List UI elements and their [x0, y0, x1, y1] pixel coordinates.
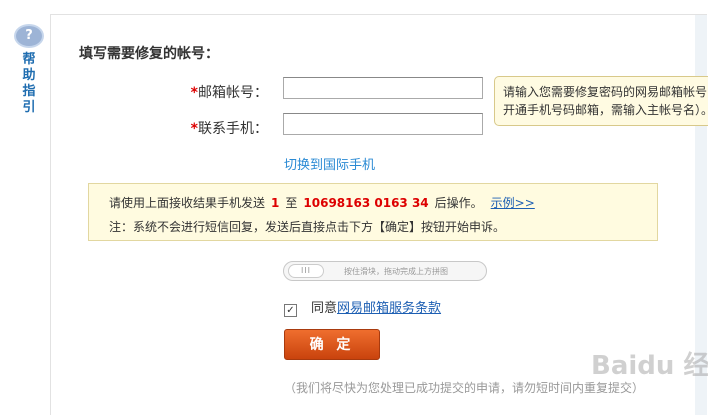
notice-line-2: 注：系统不会进行短信回复，发送后直接点击下方【确定】按钮开始申诉。	[109, 220, 506, 234]
help-guide[interactable]: ? 帮助指引	[12, 24, 46, 116]
example-link[interactable]: 示例>>	[491, 196, 535, 210]
footer-note: （我们将尽快为您处理已成功提交的申请，请勿短时间内重复提交）	[284, 381, 645, 395]
email-input[interactable]	[283, 77, 483, 99]
sms-number: 10698163 0163 34	[303, 196, 429, 210]
email-tooltip: 请输入您需要修复密码的网易邮箱帐号（如开通手机号码邮箱，需输入主帐号名）。	[494, 76, 708, 126]
sms-notice: 请使用上面接收结果手机发送 1 至 10698163 0163 34 后操作。 示例>> …	[88, 183, 658, 241]
agree-checkbox[interactable]: ✓	[284, 304, 297, 317]
terms-link[interactable]: 网易邮箱服务条款	[337, 301, 441, 316]
switch-international-link[interactable]: 切换到国际手机	[284, 154, 375, 173]
form-title: 填写需要修复的帐号：	[79, 46, 219, 62]
phone-input[interactable]	[283, 113, 483, 135]
baidu-watermark: Baidu 经验	[591, 351, 708, 381]
slider-handle[interactable]: III	[288, 264, 324, 278]
help-label[interactable]: 帮助指引	[21, 52, 37, 116]
required-mark: *	[190, 121, 198, 137]
help-icon[interactable]: ?	[14, 24, 44, 48]
agreement-row: ✓ 同意网易邮箱服务条款	[284, 297, 441, 317]
confirm-button[interactable]: 确 定	[284, 329, 380, 360]
slider-hint: 按住滑块，拖动完成上方拼图	[344, 267, 448, 276]
captcha-slider[interactable]: III 按住滑块，拖动完成上方拼图	[283, 261, 487, 281]
agree-text: 同意	[311, 301, 338, 316]
form-panel: 填写需要修复的帐号： *邮箱帐号： *联系手机： 请输入您需要修复密码的网易邮箱…	[50, 14, 708, 415]
email-label: *邮箱帐号：	[190, 85, 268, 101]
required-mark: *	[190, 85, 198, 101]
notice-line-1: 请使用上面接收结果手机发送 1 至 10698163 0163 34 后操作。 示例>>	[109, 196, 535, 210]
sms-code: 1	[271, 196, 280, 210]
phone-label: *联系手机：	[190, 121, 268, 137]
